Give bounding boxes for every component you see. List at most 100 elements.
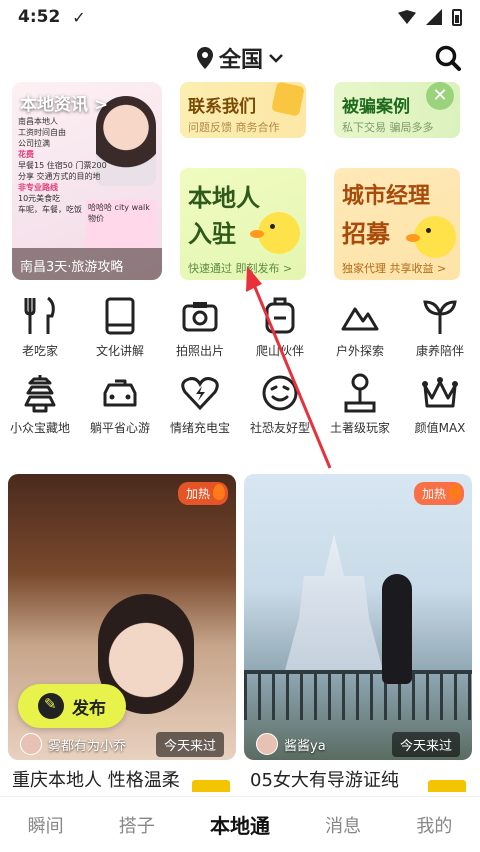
status-time: 4:52 [18, 7, 61, 27]
boost-badge: 加热 [177, 482, 228, 505]
note-line: 花费 [18, 150, 34, 159]
fraud-cases-tile[interactable]: ✕ 被骗案例 私下交易 骗局多多 [334, 82, 460, 138]
post-photo-person [382, 574, 412, 684]
publish-button[interactable]: 发布 [18, 684, 126, 728]
feed-card[interactable]: 加热 酱酱ya 今天来过 [244, 474, 472, 760]
contact-subtitle: 问题反馈 商务合作 [188, 121, 280, 134]
nav-partner[interactable]: 搭子 [119, 812, 155, 838]
category-foodie[interactable]: 老吃家 [0, 296, 80, 359]
camera-icon [180, 296, 220, 336]
sprout-icon [420, 296, 460, 336]
heart-bolt-icon [180, 373, 220, 413]
nav-moments[interactable]: 瞬间 [28, 812, 64, 838]
category-label: 颜值MAX [414, 421, 466, 435]
pagoda-icon [20, 373, 60, 413]
boost-badge: 加热 [413, 482, 464, 505]
category-native-player[interactable]: 土著级玩家 [320, 373, 400, 436]
manager-title-1: 城市经理 [342, 184, 431, 209]
status-bar: 4:52 ✓ [0, 0, 480, 34]
duck-megaphone-icon [406, 216, 456, 258]
battery-icon [452, 8, 462, 26]
feed-title[interactable]: 05女大有导游证纯 [250, 766, 410, 792]
join-title-2: 入驻 [188, 220, 236, 248]
wifi-icon [398, 10, 416, 24]
close-circle-icon: ✕ [426, 82, 454, 110]
note-line: 物价 [88, 214, 104, 223]
bottom-nav: 瞬间 搭子 本地通 消息 我的 [0, 796, 480, 852]
feed-title[interactable]: 重庆本地人 性格温柔 [12, 766, 192, 792]
note-line: 公司拉满 [18, 139, 50, 148]
category-introvert[interactable]: 社恐友好型 [240, 373, 320, 436]
category-hidden-gems[interactable]: 小众宝藏地 [0, 373, 80, 436]
info-card-title: 本地资讯 > [20, 95, 109, 115]
joystick-icon [340, 373, 380, 413]
avatar [20, 733, 42, 755]
download-icon: ✓ [72, 7, 86, 27]
category-easy-travel[interactable]: 躺平省心游 [80, 373, 160, 436]
post-tag [192, 780, 230, 792]
book-icon [100, 296, 140, 336]
category-wellness[interactable]: 康养陪伴 [400, 296, 480, 359]
author-name: 雾都有为小乔 [48, 738, 127, 754]
backpack-icon [260, 296, 300, 336]
publish-label: 发布 [72, 698, 106, 719]
city-manager-tile[interactable]: 城市经理 招募 独家代理 共享收益 > [334, 168, 460, 280]
fraud-title: 被骗案例 [342, 97, 410, 117]
category-label: 土著级玩家 [329, 421, 390, 435]
category-label: 情绪充电宝 [169, 421, 230, 435]
location-pin-icon [196, 47, 213, 69]
category-label: 文化讲解 [95, 344, 144, 358]
category-label: 拍照出片 [175, 344, 224, 358]
visited-badge: 今天来过 [391, 732, 460, 757]
car-icon [100, 373, 140, 413]
edit-icon [38, 693, 64, 719]
category-label: 康养陪伴 [415, 344, 464, 358]
category-label: 老吃家 [21, 344, 58, 358]
author-name: 酱酱ya [284, 738, 326, 754]
note-line: 非专业路线 [18, 183, 58, 192]
note-line: 分享 交通方式的目的地 [18, 172, 101, 181]
category-label: 爬山伙伴 [255, 344, 304, 358]
category-emotional[interactable]: 情绪充电宝 [160, 373, 240, 436]
category-outdoor[interactable]: 户外探索 [320, 296, 400, 359]
category-grid: 老吃家 文化讲解 拍照出片 爬山伙伴 户外探索 康养陪伴 小众宝藏地 躺平省心游… [0, 296, 480, 436]
post-photo [284, 534, 384, 674]
document-icon [271, 82, 305, 117]
nav-me[interactable]: 我的 [416, 812, 452, 838]
post-author[interactable]: 酱酱ya [256, 733, 326, 755]
post-photo-fence [244, 670, 472, 720]
note-line: 早餐15 住宿50 门票200 [18, 161, 107, 170]
chevron-down-icon [269, 54, 283, 63]
fork-knife-icon [20, 296, 60, 336]
category-label: 躺平省心游 [89, 421, 150, 435]
post-tag [428, 780, 466, 792]
contact-us-tile[interactable]: 联系我们 问题反馈 商务合作 [180, 82, 306, 138]
city-selector[interactable]: 全国 [196, 42, 283, 74]
smile-icon [260, 373, 300, 413]
category-looks[interactable]: 颜值MAX [400, 373, 480, 436]
local-join-tile[interactable]: 本地人 入驻 快速通过 即刻发布 > [180, 168, 306, 280]
duck-mascot-icon [250, 212, 300, 254]
category-hiking[interactable]: 爬山伙伴 [240, 296, 320, 359]
fraud-subtitle: 私下交易 骗局多多 [342, 121, 434, 134]
note-line: 工资时间自由 [18, 128, 66, 137]
category-label: 社恐友好型 [249, 421, 310, 435]
note-line: 南昌本地人 [18, 117, 58, 126]
category-label: 小众宝藏地 [9, 421, 70, 435]
category-label: 户外探索 [335, 344, 384, 358]
search-button[interactable] [434, 44, 462, 76]
join-subtitle: 快速通过 即刻发布 > [188, 262, 293, 275]
nav-local[interactable]: 本地通 [210, 810, 270, 839]
mountain-icon [340, 296, 380, 336]
crown-icon [420, 373, 460, 413]
post-author[interactable]: 雾都有为小乔 [20, 733, 126, 755]
category-culture[interactable]: 文化讲解 [80, 296, 160, 359]
note-line: 哈哈哈 city walk [88, 203, 150, 212]
visited-badge: 今天来过 [155, 732, 224, 757]
avatar [256, 733, 278, 755]
nav-messages[interactable]: 消息 [325, 812, 361, 838]
cover-pink-note: 哈哈哈 city walk 物价 [86, 200, 156, 250]
category-photo[interactable]: 拍照出片 [160, 296, 240, 359]
local-info-card[interactable]: 南昌本地人 工资时间自由 公司拉满 花费 早餐15 住宿50 门票200 分享 … [12, 82, 162, 280]
signal-icon [426, 9, 442, 25]
